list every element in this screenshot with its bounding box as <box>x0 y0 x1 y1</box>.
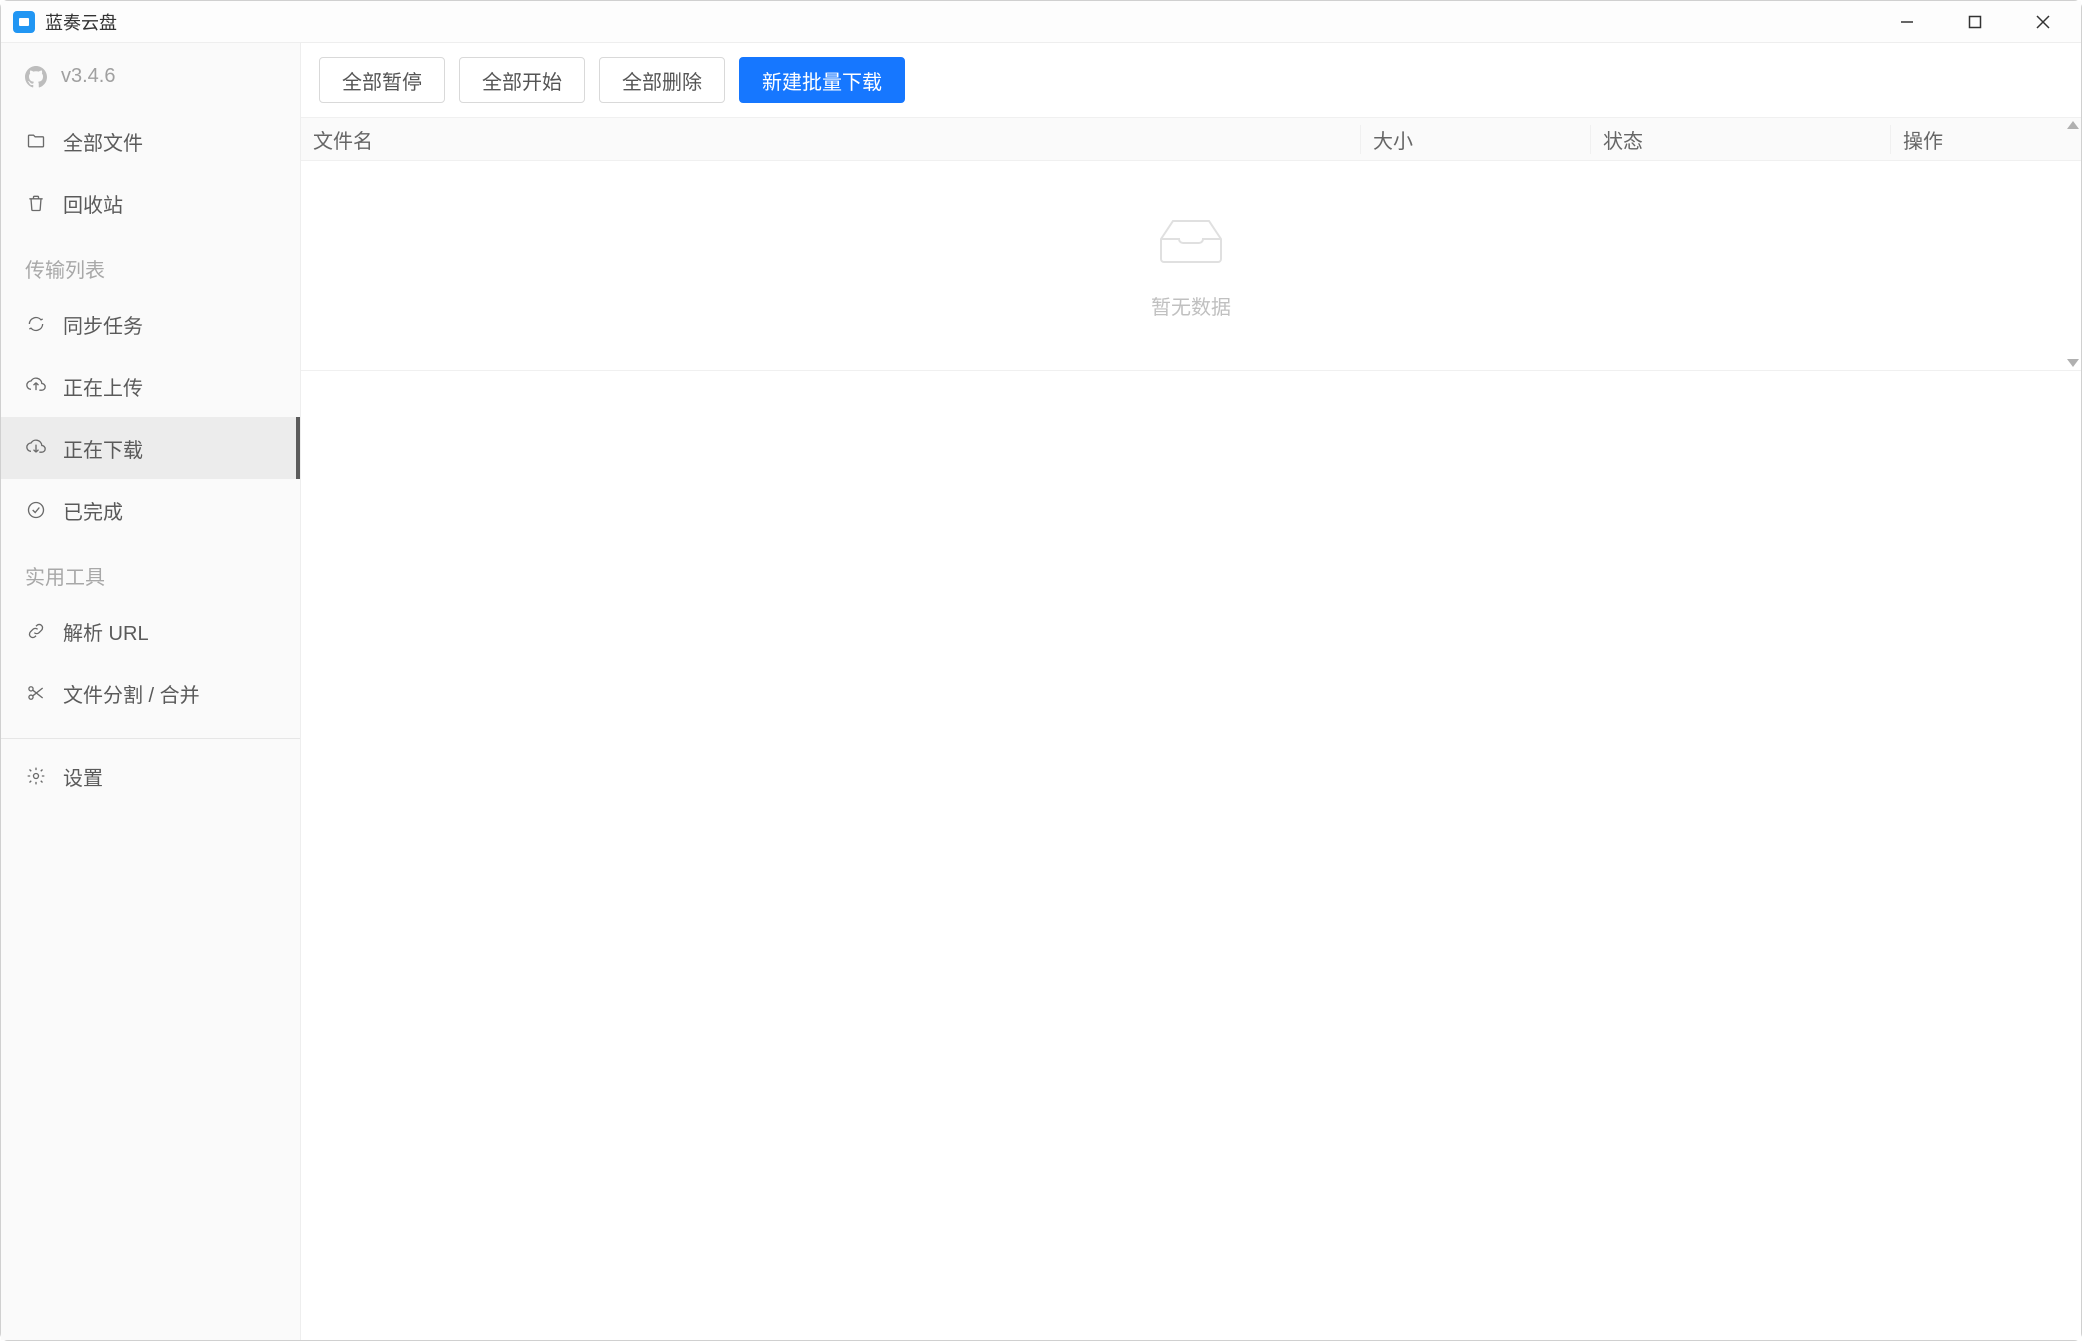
maximize-button[interactable] <box>1955 7 1995 37</box>
sidebar-item-all-files[interactable]: 全部文件 <box>1 110 300 172</box>
minimize-button[interactable] <box>1887 7 1927 37</box>
sync-icon <box>25 314 47 334</box>
empty-inbox-icon <box>1151 211 1231 277</box>
sidebar-item-split-merge[interactable]: 文件分割 / 合并 <box>1 662 300 724</box>
column-header-action[interactable]: 操作 <box>1891 125 2081 154</box>
sidebar-item-uploading[interactable]: 正在上传 <box>1 355 300 417</box>
gear-icon <box>25 766 47 786</box>
sidebar-item-completed[interactable]: 已完成 <box>1 479 300 541</box>
content-area: 全部暂停 全部开始 全部删除 新建批量下载 文件名 大小 状态 操作 暂无数据 <box>301 43 2081 1340</box>
sidebar-item-label: 正在上传 <box>63 372 143 401</box>
scissors-icon <box>25 683 47 703</box>
empty-text: 暂无数据 <box>1151 291 1231 320</box>
pause-all-button[interactable]: 全部暂停 <box>319 57 445 103</box>
column-header-size[interactable]: 大小 <box>1361 125 1591 154</box>
folder-icon <box>25 131 47 151</box>
sidebar-item-label: 文件分割 / 合并 <box>63 679 200 708</box>
upload-icon <box>25 376 47 396</box>
start-all-button[interactable]: 全部开始 <box>459 57 585 103</box>
sidebar-item-label: 回收站 <box>63 189 123 218</box>
download-cloud-icon <box>25 438 47 458</box>
titlebar: 蓝奏云盘 <box>1 1 2081 43</box>
sidebar-item-label: 全部文件 <box>63 127 143 156</box>
new-batch-download-button[interactable]: 新建批量下载 <box>739 57 905 103</box>
github-icon <box>25 66 47 88</box>
sidebar-item-label: 正在下载 <box>63 434 143 463</box>
empty-state: 暂无数据 <box>301 161 2081 371</box>
sidebar-item-label: 同步任务 <box>63 310 143 339</box>
sidebar-item-recycle-bin[interactable]: 回收站 <box>1 172 300 234</box>
scroll-down-arrow[interactable] <box>2067 359 2079 367</box>
sidebar-item-parse-url[interactable]: 解析 URL <box>1 600 300 662</box>
sidebar-item-settings[interactable]: 设置 <box>1 745 300 807</box>
version-label: v3.4.6 <box>61 65 115 88</box>
app-icon <box>13 11 35 33</box>
version-row[interactable]: v3.4.6 <box>1 53 300 110</box>
section-transfer-title: 传输列表 <box>1 234 300 293</box>
link-icon <box>25 621 47 641</box>
delete-all-button[interactable]: 全部删除 <box>599 57 725 103</box>
table-header: 文件名 大小 状态 操作 <box>301 117 2081 161</box>
window-title: 蓝奏云盘 <box>45 9 117 35</box>
scroll-up-arrow[interactable] <box>2067 121 2079 129</box>
sidebar: v3.4.6 全部文件 回收站 传输列表 同步任务 正 <box>1 43 301 1340</box>
sidebar-item-downloading[interactable]: 正在下载 <box>1 417 300 479</box>
column-header-status[interactable]: 状态 <box>1591 125 1891 154</box>
sidebar-item-label: 已完成 <box>63 496 123 525</box>
column-header-filename[interactable]: 文件名 <box>301 125 1361 154</box>
close-button[interactable] <box>2023 7 2063 37</box>
toolbar: 全部暂停 全部开始 全部删除 新建批量下载 <box>301 43 2081 117</box>
window-controls <box>1887 7 2073 37</box>
sidebar-item-label: 解析 URL <box>63 617 149 646</box>
sidebar-item-sync-tasks[interactable]: 同步任务 <box>1 293 300 355</box>
trash-icon <box>25 193 47 213</box>
sidebar-item-label: 设置 <box>63 762 103 791</box>
check-circle-icon <box>25 500 47 520</box>
sidebar-divider <box>1 738 300 739</box>
section-tools-title: 实用工具 <box>1 541 300 600</box>
